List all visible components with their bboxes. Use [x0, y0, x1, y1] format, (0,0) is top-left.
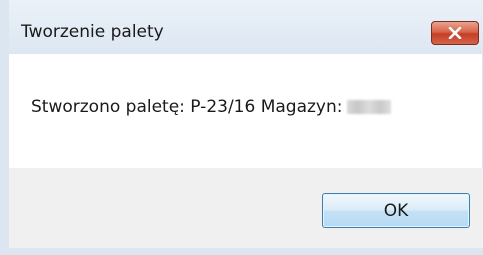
title-bar[interactable]: Tworzenie palety: [0, 0, 483, 54]
window-frame-left: [0, 0, 9, 255]
message-text: Stworzono paletę: P-23/16 Magazyn:: [31, 97, 391, 117]
dialog-title: Tworzenie palety: [21, 22, 164, 42]
close-button[interactable]: [431, 21, 479, 45]
message-dialog: Tworzenie palety Stworzono paletę: P-23/…: [0, 0, 483, 255]
message-label: Stworzono paletę: P-23/16 Magazyn:: [31, 97, 343, 117]
redacted-warehouse-name: [346, 100, 391, 114]
ok-button[interactable]: OK: [322, 193, 470, 228]
close-icon: [448, 27, 462, 39]
window-frame-bottom: [0, 248, 483, 255]
